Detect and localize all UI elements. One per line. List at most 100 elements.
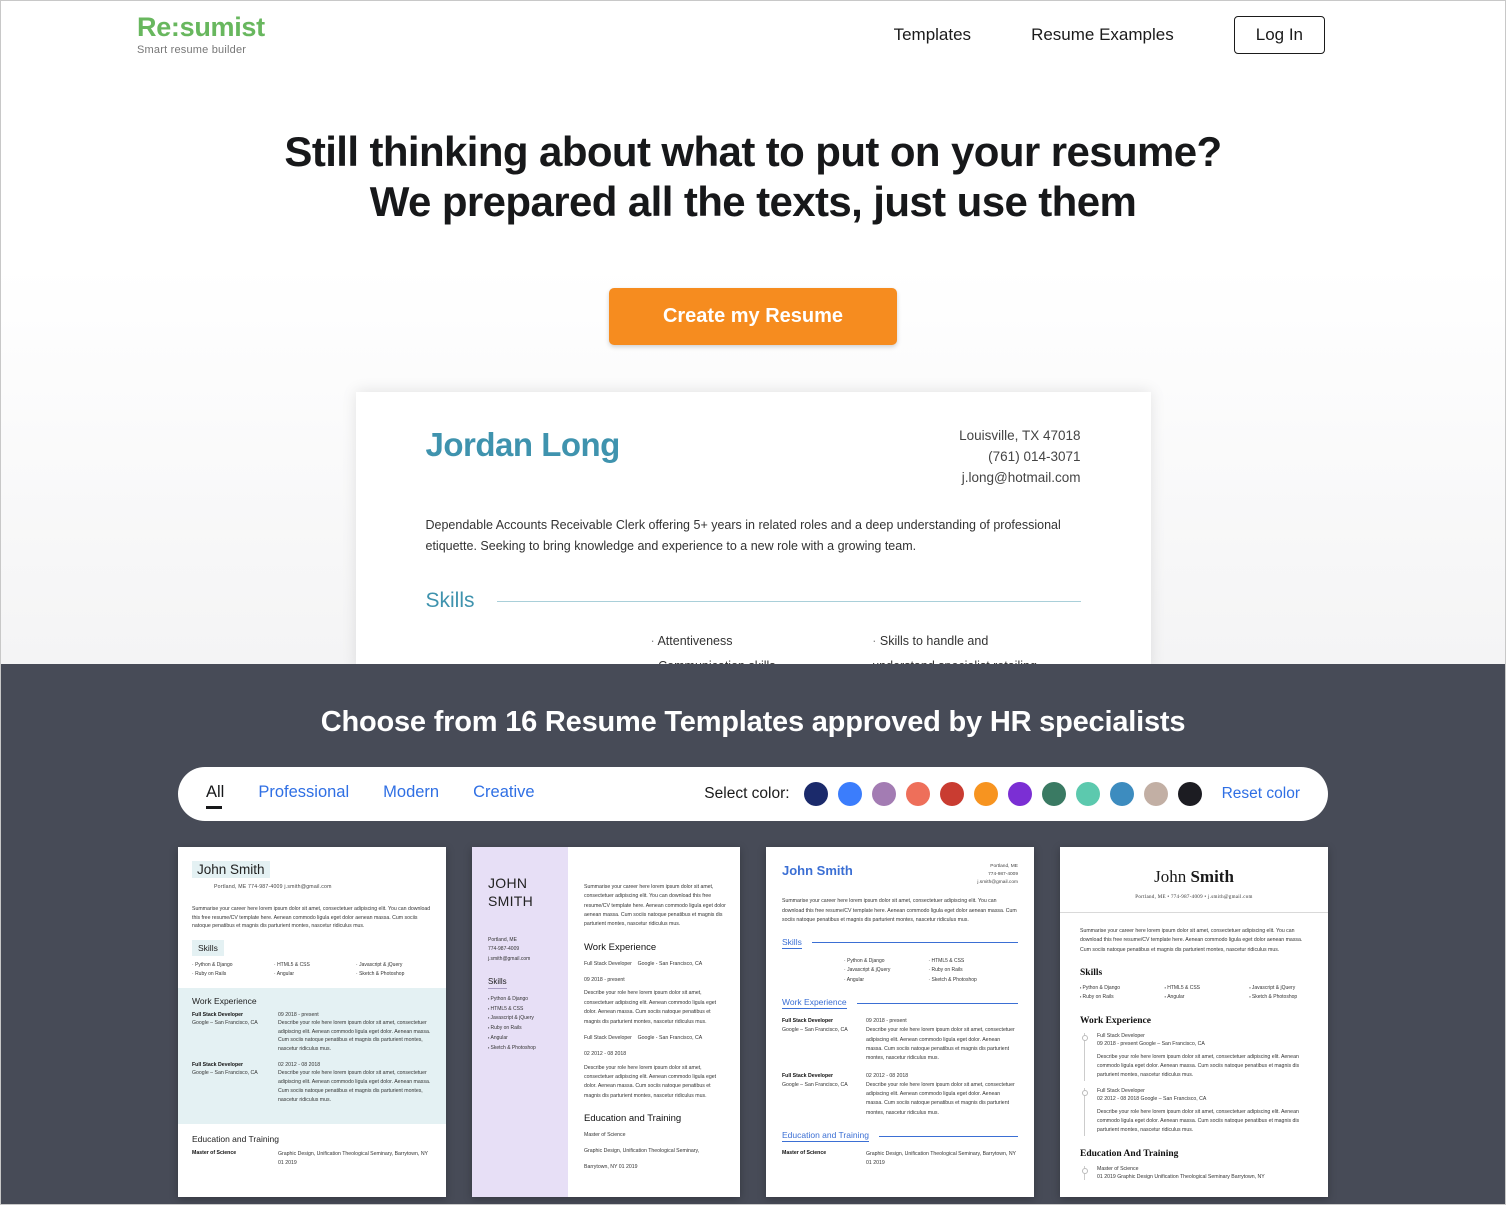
timeline-dot-icon: [1081, 1034, 1088, 1041]
color-swatch[interactable]: [1177, 782, 1202, 806]
contact-email: j.smith@gmail.com: [488, 955, 531, 962]
preview-city: Louisville, TX 47018: [959, 427, 1081, 443]
color-swatch[interactable]: [905, 782, 930, 806]
color-swatch[interactable]: [939, 782, 964, 806]
list-item: Attentiveness: [651, 629, 793, 653]
job-role: Full Stack Developer: [1097, 1087, 1145, 1094]
list-item: Sketch & Photoshop: [356, 970, 432, 979]
nav-link-resume-examples[interactable]: Resume Examples: [1031, 25, 1174, 45]
card4-summary: Summarise your career here lorem ipsum d…: [1080, 928, 1303, 953]
templates-section: Choose from 16 Resume Templates approved…: [1, 664, 1505, 1204]
card1-summary: Summarise your career here lorem ipsum d…: [192, 906, 431, 930]
color-swatch[interactable]: [1109, 782, 1134, 806]
edu-detail: Graphic Design, Unification Theological …: [278, 1151, 428, 1167]
list-item: Sketch & Photoshop: [1249, 993, 1308, 1002]
headline-line-2: We prepared all the texts, just use them: [369, 178, 1137, 226]
timeline-dot-icon: [1081, 1167, 1088, 1174]
job-company: Google – San Francisco, CA: [782, 1027, 848, 1034]
contact-email: j.smith@gmail.com: [977, 880, 1018, 886]
card3-job-2: Full Stack Developer Google – San Franci…: [782, 1073, 1018, 1118]
job-company: Google - San Francisco, CA: [637, 1034, 703, 1041]
list-item: Ruby on Rails: [192, 970, 268, 979]
job-date: 09 2018 - present: [866, 1018, 907, 1025]
color-swatch[interactable]: [837, 782, 862, 806]
tab-modern[interactable]: Modern: [383, 783, 439, 805]
site-logo[interactable]: Re:sumist Smart resume builder: [137, 14, 265, 56]
timeline-dot-icon: [1081, 1089, 1088, 1096]
template-card-grid: John Smith Portland, ME 774-987-4009 j.s…: [1, 847, 1505, 1197]
card1-skills-col-1: Python & Django Ruby on Rails: [192, 961, 268, 979]
card1-work-heading: Work Experience: [192, 995, 257, 1006]
list-item: Ruby on Rails: [1080, 993, 1139, 1002]
tab-creative[interactable]: Creative: [473, 783, 534, 805]
card3-name: John Smith: [782, 863, 853, 878]
card3-skills-col-2: HTML5 & CSS Ruby on Rails Sketch & Photo…: [928, 957, 976, 986]
card3-skills-col-1: Python & Django Javascript & jQuery Angu…: [844, 957, 891, 986]
job-date: 09 2018 - present: [278, 1011, 319, 1018]
contact-city: Portland, ME: [488, 937, 517, 943]
list-item: Python & Django: [488, 995, 556, 1005]
card4-job-1: Full Stack Developer 09 2018 - present G…: [1081, 1032, 1308, 1081]
job-company: Google – San Francisco, CA: [782, 1081, 848, 1088]
card1-skills-col-2: HTML5 & CSS Angular: [274, 961, 350, 979]
nav-link-templates[interactable]: Templates: [894, 25, 971, 45]
card2-job-2-desc: Describe your role here lorem ipsum dolo…: [584, 1064, 717, 1099]
job-role: Full Stack Developer: [584, 1034, 632, 1041]
template-card-3[interactable]: John Smith Portland, ME 774-987-4009 j.s…: [766, 847, 1034, 1197]
edu-degree: Master of Science: [192, 1150, 237, 1157]
color-picker-area: Select color: Reset color: [704, 782, 1300, 806]
card3-job-1-right: 09 2018 - present Describe your role her…: [866, 1018, 1018, 1063]
create-my-resume-button[interactable]: Create my Resume: [608, 287, 898, 345]
card2-name-line-1: JOHN: [488, 875, 528, 891]
color-swatch[interactable]: [1007, 782, 1032, 806]
job-description: Describe your role here lorem ipsum dolo…: [1097, 1108, 1300, 1134]
preview-phone: (761) 014-3071: [988, 448, 1081, 464]
logo-wordmark: Re:sumist: [137, 12, 265, 42]
template-card-2[interactable]: JOHN SMITH Portland, ME 774-987-4009 j.s…: [472, 847, 740, 1197]
template-card-1[interactable]: John Smith Portland, ME 774-987-4009 j.s…: [178, 847, 446, 1197]
card2-name-line-2: SMITH: [488, 892, 534, 909]
resume-preview-card[interactable]: Jordan Long Louisville, TX 47018 (761) 0…: [355, 391, 1151, 664]
job-company: Google - San Francisco, CA: [637, 960, 703, 967]
card3-edu-section-head: Education and Training: [782, 1130, 1018, 1143]
preview-name: Jordan Long: [425, 425, 621, 463]
card3-skills-heading: Skills: [782, 936, 802, 949]
card3-edu-row: Master of Science Graphic Design, Unific…: [782, 1150, 1018, 1168]
card2-edu-degree: Master of Science: [584, 1132, 626, 1139]
job-date-company: 02 2012 - 08 2018 Google – San Francisco…: [1097, 1095, 1207, 1102]
card4-skills-col-3: Javascript & jQuery Sketch & Photoshop: [1249, 984, 1308, 1003]
card4-contact: Portland, ME • 774-987-4009 • j.smith@gm…: [1135, 895, 1253, 900]
color-swatch[interactable]: [1075, 782, 1100, 806]
color-swatch[interactable]: [803, 782, 828, 806]
card4-divider: [1060, 912, 1328, 913]
edu-degree: Master of Science: [1097, 1165, 1139, 1172]
card4-skills-heading: Skills: [1080, 968, 1103, 979]
card2-main: Summarise your career here lorem ipsum d…: [568, 847, 740, 1197]
edu-detail: Graphic Design, Unification Theological …: [866, 1151, 1016, 1167]
template-card-4[interactable]: John Smith Portland, ME • 774-987-4009 •…: [1060, 847, 1328, 1197]
card2-job-1-date: 09 2018 - present: [584, 976, 625, 983]
card3-summary: Summarise your career here lorem ipsum d…: [782, 898, 1017, 923]
card3-job-1-left: Full Stack Developer Google – San Franci…: [782, 1018, 856, 1063]
contact-phone: 774-987-4009: [488, 946, 520, 953]
color-swatch[interactable]: [871, 782, 896, 806]
color-swatch[interactable]: [1143, 782, 1168, 806]
card3-job-2-right: 02 2012 - 08 2018 Describe your role her…: [866, 1073, 1018, 1118]
job-date: 02 2012 - 08 2018: [278, 1062, 321, 1069]
tab-professional[interactable]: Professional: [258, 783, 349, 805]
job-description: Describe your role here lorem ipsum dolo…: [278, 1019, 431, 1053]
job-company: Google – San Francisco, CA: [192, 1070, 258, 1077]
template-filter-bar: All Professional Modern Creative Select …: [178, 767, 1328, 821]
card2-work-heading: Work Experience: [584, 941, 657, 953]
list-item: Python & Django: [1080, 984, 1139, 993]
tab-all[interactable]: All: [206, 783, 224, 809]
card3-job-1: Full Stack Developer Google – San Franci…: [782, 1018, 1018, 1063]
job-role: Full Stack Developer: [584, 960, 632, 967]
reset-color-link[interactable]: Reset color: [1222, 785, 1300, 803]
login-button[interactable]: Log In: [1233, 16, 1325, 54]
color-swatch[interactable]: [1041, 782, 1066, 806]
card2-contact: Portland, ME 774-987-4009 j.smith@gmail.…: [488, 936, 556, 964]
color-swatch[interactable]: [973, 782, 998, 806]
category-tabs: All Professional Modern Creative: [206, 783, 535, 809]
headline-line-1: Still thinking about what to put on your…: [284, 128, 1222, 175]
